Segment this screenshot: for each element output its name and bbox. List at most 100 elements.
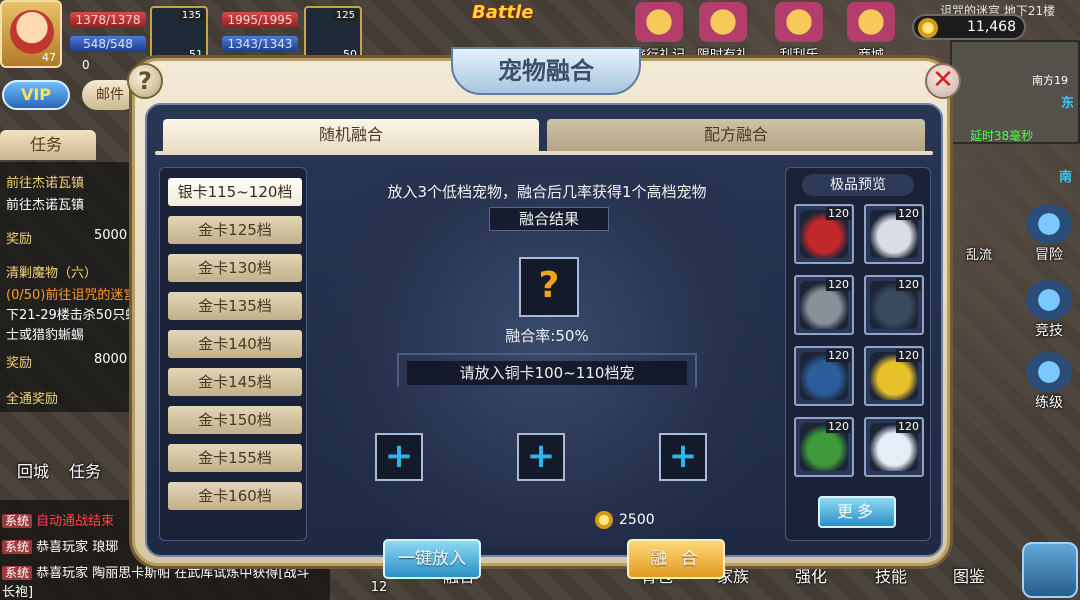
fusion-cost: 2500 [619,512,655,528]
hero-portrait[interactable]: 47 [0,0,62,68]
auto-place-button[interactable]: 一键放入 [383,539,481,579]
grade-item[interactable]: 金卡140档 [168,330,302,358]
task-line: 清剿魔物（六） [6,266,98,281]
chat-tag: 系统 [2,514,33,528]
pet-hp-bar: 1995/1995 [222,12,298,28]
pet-level-badge: 120 [826,207,851,220]
pet2-level: 125 [332,10,358,21]
task-line: 前往杰诺瓦镇 [6,176,85,191]
grade-item[interactable]: 金卡150档 [168,406,302,434]
dialog-body: 随机融合 配方融合 银卡115~120档 金卡125档 金卡130档 金卡135… [145,103,943,579]
tab-recipe-fusion[interactable]: 配方融合 [547,119,925,151]
limited-gift-button[interactable]: 限时有礼 [692,2,754,64]
scratch-card-icon [775,2,823,42]
task-tab[interactable]: 任务 [0,130,96,160]
scratch-card-button[interactable]: 刮刮乐 [768,2,830,64]
grade-item[interactable]: 金卡130档 [168,254,302,282]
preview-pet-yellow-spider[interactable]: 120 [864,346,924,406]
preview-pet-red-dragon[interactable]: 120 [794,204,854,264]
turbulence-label: 乱流 [965,248,992,263]
level-up-icon [1026,352,1072,392]
gift-book-icon [635,2,683,42]
pet-mp-bar: 1343/1343 [222,36,298,52]
result-slot[interactable]: ? [519,257,579,317]
add-pet-slot-3[interactable]: + [659,433,707,481]
add-pet-slot-1[interactable]: + [375,433,423,481]
task-reward-value: 8000 [94,352,128,367]
chat-line: 系统 自动通战结束 [2,510,114,529]
task-reward-label: 奖励 [6,356,33,371]
grade-list[interactable]: 银卡115~120档 金卡125档 金卡130档 金卡135档 金卡140档 金… [159,167,307,541]
battle-logo[interactable]: Battle [472,2,533,23]
pet-level-badge: 120 [896,420,921,433]
hero-level: 47 [42,51,56,64]
grade-item[interactable]: 金卡145档 [168,368,302,396]
battle-pet-portrait[interactable]: 135 51 [150,6,208,64]
adventure-button[interactable]: 冒险 [1020,204,1078,263]
gold-coin-icon [595,511,613,529]
chat-tag: 系统 [2,566,33,580]
shop-icon [847,2,895,42]
pet-level-badge: 120 [826,349,851,362]
grade-item[interactable]: 金卡135档 [168,292,302,320]
pet-level-badge: 120 [826,420,851,433]
hero-mp-bar: 548/548 [70,36,146,52]
second-pet-portrait[interactable]: 125 50 [304,6,362,64]
task-line: 下21-29楼击杀50只蝴 [6,308,139,323]
pet-level-badge: 120 [826,278,851,291]
preview-pet-grey-crawler[interactable]: 120 [794,275,854,335]
pet-level-badge: 120 [896,278,921,291]
side-button-label: 练级 [1035,395,1063,411]
arena-icon [1026,280,1072,320]
grade-item[interactable]: 金卡125档 [168,216,302,244]
side-button-label: 冒险 [1035,247,1063,263]
preview-pet-white-beast[interactable]: 120 [864,204,924,264]
preview-pet-white-blade[interactable]: 120 [864,417,924,477]
fusion-area: 放入3个低档宠物，融合后几率获得1个高档宠物 融合结果 ? 融合率:50% 请放… [317,167,777,547]
bottom-counter: 12 [370,580,388,595]
grade-item-selected[interactable]: 银卡115~120档 [168,178,302,206]
chat-line: 系统 恭喜玩家 琅琊 [2,536,118,555]
hero-coins: 0 [82,58,90,72]
task-reward-value: 5000 [94,228,128,243]
level-up-button[interactable]: 练级 [1020,352,1078,411]
pet-fusion-dialog: 宠物融合 ? ✕ 随机融合 配方融合 银卡115~120档 金卡125档 金卡1… [127,47,961,579]
pet-level-badge: 120 [896,207,921,220]
chat-line: 系统 恭喜玩家 陶丽思卡斯帕 在武库试炼中获得[战斗长袍] [2,562,322,600]
fuse-button[interactable]: 融 合 [627,539,725,579]
add-pet-slot-2[interactable]: + [517,433,565,481]
pet-level: 135 [178,10,204,21]
enhance-button[interactable]: 强化 [778,563,844,599]
tab-random-fusion[interactable]: 随机融合 [163,119,539,151]
vip-button[interactable]: VIP [2,80,70,110]
task-button[interactable]: 任务 [52,458,118,494]
latency-text: 延时38毫秒 [970,129,1034,143]
menu-toggle-button[interactable] [1022,542,1078,598]
tab-divider [155,151,933,155]
chat-tag: 系统 [2,540,33,554]
minimap-coord: 南方19 [1032,74,1068,87]
result-label: 融合结果 [489,207,609,231]
close-button[interactable]: ✕ [925,63,961,99]
chat-text: 恭喜玩家 陶丽思卡斯帕 在武库试炼中获得[战斗长袍] [2,566,310,600]
arena-button[interactable]: 竞技 [1020,280,1078,339]
shop-button[interactable]: 商城 [840,2,902,64]
preview-pet-green-cactus[interactable]: 120 [794,417,854,477]
dialog-title: 宠物融合 [451,47,641,95]
gold-display[interactable]: 11,468 [912,14,1026,40]
preview-pet-dark-bird[interactable]: 120 [864,275,924,335]
required-pet-label: 请放入铜卡100~110档宠 [407,361,687,385]
task-panel[interactable]: 前往杰诺瓦镇 前往杰诺瓦镇 奖励 5000 清剿魔物（六） (0/50)前往诅咒… [0,162,139,412]
minimap-south: 南 [1058,170,1072,185]
more-button[interactable]: 更多 [818,496,896,528]
pet-level-badge: 120 [896,349,921,362]
skills-button[interactable]: 技能 [858,563,924,599]
preview-pet-blue-golem[interactable]: 120 [794,346,854,406]
premium-preview-panel: 极品预览 120 120 120 120 120 120 120 120 更多 [785,167,931,541]
grade-item[interactable]: 金卡155档 [168,444,302,472]
task-line: 前往杰诺瓦镇 [6,198,85,213]
codex-button[interactable]: 图鉴 [936,563,1002,599]
grade-item[interactable]: 金卡160档 [168,482,302,510]
gold-value: 11,468 [967,19,1016,35]
help-button[interactable]: ? [127,63,163,99]
